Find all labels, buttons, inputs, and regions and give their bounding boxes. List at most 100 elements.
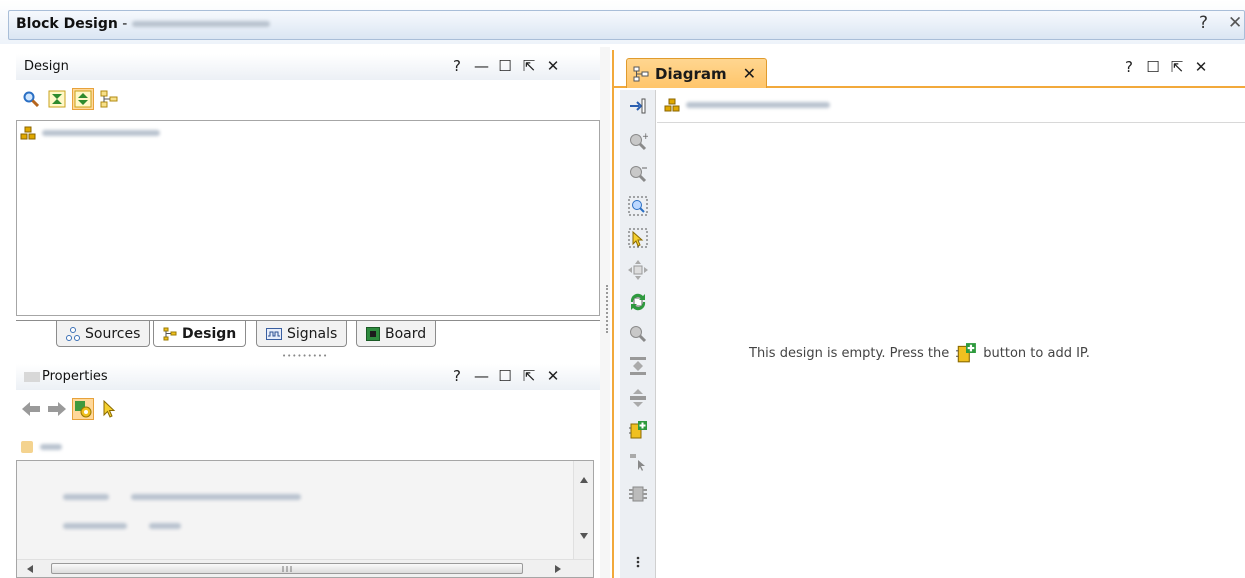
settings-button[interactable] (72, 398, 94, 420)
properties-minimize-button[interactable]: — (474, 367, 489, 385)
design-close-button[interactable]: ✕ (546, 57, 560, 75)
property-row-version (63, 494, 301, 500)
design-pane-header: Design ? — ☐ ⇱ ✕ (16, 54, 600, 80)
align-center-button[interactable] (626, 386, 650, 410)
tabs-drag-handle[interactable]: ••••••••• (282, 352, 328, 360)
search-icon (23, 91, 39, 107)
sources-icon (66, 326, 80, 341)
hierarchy-button[interactable] (98, 88, 120, 110)
design-maximize-button[interactable]: ☐ (498, 57, 512, 75)
tab-design[interactable]: Design (153, 321, 247, 347)
select-area-button[interactable] (626, 226, 650, 250)
redacted-property-label (63, 494, 109, 500)
expand-all-icon (74, 90, 92, 108)
properties-pane-header: Properties ? — ☐ ⇱ ✕ (16, 364, 600, 390)
diagram-float-button[interactable]: ⇱ (1170, 58, 1184, 76)
refresh-icon (630, 293, 646, 311)
properties-float-button[interactable]: ⇱ (522, 367, 536, 385)
pane-splitter[interactable] (600, 47, 610, 578)
diagram-close-button[interactable]: ✕ (1194, 58, 1208, 76)
processor-button[interactable] (626, 482, 650, 506)
block-design-icon (664, 98, 680, 112)
design-help-button[interactable]: ? (450, 57, 464, 75)
design-tree[interactable] (16, 120, 600, 316)
zoom-out-button[interactable] (626, 162, 650, 186)
pointer-button[interactable] (626, 450, 650, 474)
align-center-icon (630, 389, 646, 407)
properties-pane-title: Properties (42, 369, 108, 384)
zoom-fit-icon (628, 196, 648, 216)
add-ip-icon (956, 343, 977, 363)
hierarchy-icon (100, 90, 118, 108)
scrollbar-thumb[interactable] (51, 563, 523, 574)
diagram-pane-window-buttons: ? ☐ ⇱ ✕ (1122, 58, 1208, 76)
move-button[interactable] (626, 258, 650, 282)
settings-icon (75, 401, 92, 418)
empty-message-after: button to add IP. (983, 345, 1090, 361)
properties-maximize-button[interactable]: ☐ (498, 367, 512, 385)
block-design-icon (20, 126, 36, 140)
properties-object-row (20, 440, 62, 454)
zoom-in-button[interactable]: + (626, 130, 650, 154)
tab-board-label: Board (385, 325, 427, 342)
redacted-property-value (131, 494, 301, 500)
tree-item-root[interactable] (20, 126, 160, 140)
diagram-breadcrumb (664, 98, 830, 112)
splitter-grip[interactable] (606, 285, 608, 333)
expand-all-button[interactable] (72, 88, 94, 110)
select-area-icon (628, 228, 648, 248)
window-title: Block Design - (16, 16, 270, 32)
diagram-search-button[interactable] (626, 322, 650, 346)
tab-diagram[interactable]: Diagram ✕ (626, 58, 768, 88)
tab-diagram-close-button[interactable]: ✕ (743, 64, 756, 83)
tab-diagram-label: Diagram (655, 64, 727, 83)
tab-sources[interactable]: Sources (56, 321, 151, 347)
forward-button[interactable] (46, 398, 68, 420)
select-icon (103, 400, 116, 418)
properties-horizontal-scrollbar[interactable] (17, 559, 593, 577)
diagram-help-button[interactable]: ? (1122, 58, 1136, 76)
properties-help-button[interactable]: ? (450, 367, 464, 385)
scroll-down-icon[interactable] (580, 533, 588, 539)
tab-board[interactable]: Board (356, 321, 437, 347)
board-icon (366, 326, 380, 341)
design-minimize-button[interactable]: — (474, 57, 489, 75)
scroll-left-icon[interactable] (27, 565, 33, 573)
toolbar-overflow-button[interactable] (626, 552, 650, 572)
forward-arrow-icon (48, 402, 66, 416)
window-title-separator: - (117, 16, 132, 32)
align-top-button[interactable] (626, 354, 650, 378)
regenerate-layout-button[interactable] (626, 290, 650, 314)
back-arrow-icon (22, 402, 40, 416)
signals-icon (266, 327, 282, 340)
design-search-button[interactable] (20, 88, 42, 110)
redacted-object-name (40, 444, 62, 450)
chevron-down-icon (636, 556, 640, 568)
empty-design-message: This design is empty. Press the button t… (749, 342, 1090, 364)
design-float-button[interactable]: ⇱ (522, 57, 536, 75)
properties-vertical-scrollbar[interactable] (573, 461, 593, 563)
tab-signals[interactable]: Signals (256, 321, 348, 347)
window-close-button[interactable]: ✕ (1228, 13, 1242, 33)
redacted-project-name (131, 21, 270, 27)
properties-pane-window-buttons: ? — ☐ ⇱ ✕ (450, 367, 560, 385)
scroll-right-icon[interactable] (555, 565, 561, 573)
diagram-vertical-toolbar: + (620, 90, 656, 578)
scroll-up-icon[interactable] (580, 477, 588, 483)
redacted-property-label (63, 523, 127, 529)
properties-pane-icon (24, 372, 40, 382)
back-button[interactable] (20, 398, 42, 420)
zoom-fit-button[interactable] (626, 194, 650, 218)
zoom-in-icon: + (630, 132, 648, 151)
properties-toolbar (20, 398, 120, 420)
window-help-button[interactable]: ? (1199, 13, 1208, 33)
properties-content[interactable] (16, 460, 594, 578)
zoom-out-icon (630, 166, 647, 183)
expand-toolbar-button[interactable] (626, 94, 650, 118)
add-ip-button[interactable] (626, 418, 650, 442)
diagram-maximize-button[interactable]: ☐ (1146, 58, 1160, 76)
select-button[interactable] (98, 398, 120, 420)
diagram-icon (633, 66, 649, 81)
properties-close-button[interactable]: ✕ (546, 367, 560, 385)
collapse-all-button[interactable] (46, 88, 68, 110)
